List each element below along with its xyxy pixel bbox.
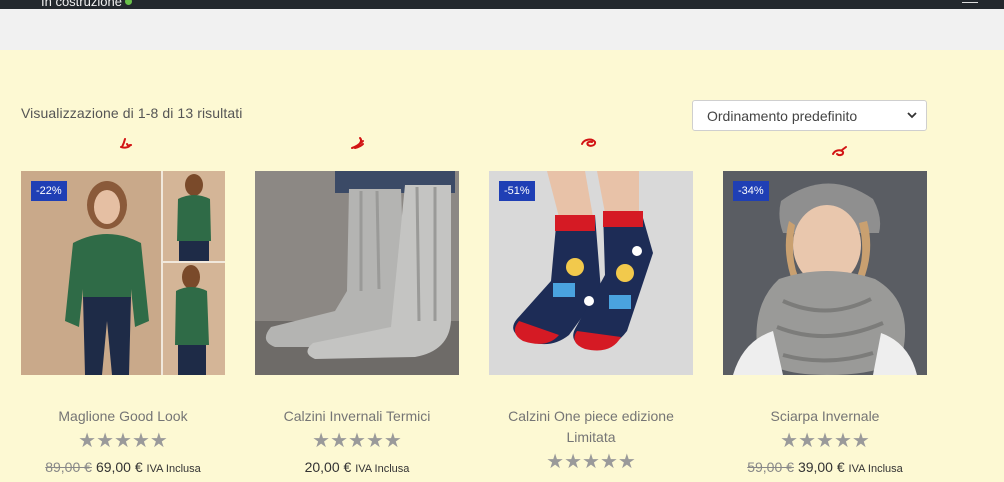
current-price: 69,00 €	[95, 459, 143, 475]
product-card[interactable]: -22% Maglione Good Look ★★★★★ 89,00 €69,…	[21, 138, 225, 475]
orderby-value: Ordinamento predefinito	[707, 108, 858, 124]
grey-wool-socks-photo	[255, 171, 459, 375]
tax-suffix: IVA Inclusa	[355, 463, 410, 475]
status-dot-icon	[124, 0, 132, 5]
current-price: 20,00 €	[304, 459, 352, 475]
construction-status[interactable]: In costruzione	[41, 0, 132, 9]
tax-suffix: IVA Inclusa	[848, 463, 903, 475]
product-card[interactable]: -51% Calzini One piece edizione Limitata…	[489, 138, 693, 473]
admin-topbar: In costruzione	[0, 0, 1004, 9]
product-price: 20,00 € IVA Inclusa	[255, 459, 459, 475]
red-scribble-icon	[351, 137, 364, 149]
product-title[interactable]: Calzini Invernali Termici	[255, 406, 459, 427]
orderby-select[interactable]: Ordinamento predefinito	[692, 100, 927, 131]
product-card[interactable]: Calzini Invernali Termici ★★★★★ 20,00 € …	[255, 137, 459, 475]
product-image-sweater[interactable]: -22%	[21, 171, 225, 375]
sale-badge: -34%	[733, 181, 769, 201]
sale-badge: -51%	[499, 181, 535, 201]
old-price: 59,00 €	[747, 459, 794, 475]
star-rating: ★★★★★	[780, 430, 870, 452]
result-count: Visualizzazione di 1-8 di 13 risultati	[21, 105, 243, 121]
product-title[interactable]: Calzini One piece edizione Limitata	[489, 406, 693, 448]
green-sweater-photo	[21, 171, 225, 375]
site-header	[0, 9, 1004, 50]
one-piece-socks-photo	[489, 171, 693, 375]
menu-icon[interactable]	[962, 0, 978, 3]
product-card[interactable]: -34% Sciarpa Invernale ★★★★★ 59,00 €39,0…	[723, 146, 927, 475]
red-scribble-icon	[581, 138, 597, 147]
sale-badge: -22%	[31, 181, 67, 201]
grey-scarf-photo	[723, 171, 927, 375]
product-image-one-piece-socks[interactable]: -51%	[489, 171, 693, 375]
product-title[interactable]: Maglione Good Look	[21, 406, 225, 427]
star-rating: ★★★★★	[78, 430, 168, 452]
red-scribble-icon	[832, 146, 847, 157]
product-price: 59,00 €39,00 € IVA Inclusa	[723, 459, 927, 475]
product-title[interactable]: Sciarpa Invernale	[723, 406, 927, 427]
product-image-scarf[interactable]: -34%	[723, 171, 927, 375]
red-scribble-icon	[120, 138, 132, 149]
tax-suffix: IVA Inclusa	[146, 463, 201, 475]
product-image-thermal-socks[interactable]	[255, 171, 459, 375]
chevron-down-icon	[907, 112, 917, 119]
current-price: 39,00 €	[797, 459, 845, 475]
star-rating: ★★★★★	[546, 451, 636, 473]
star-rating: ★★★★★	[312, 430, 402, 452]
product-price: 89,00 €69,00 € IVA Inclusa	[21, 459, 225, 475]
construction-label: In costruzione	[41, 0, 122, 9]
old-price: 89,00 €	[45, 459, 92, 475]
